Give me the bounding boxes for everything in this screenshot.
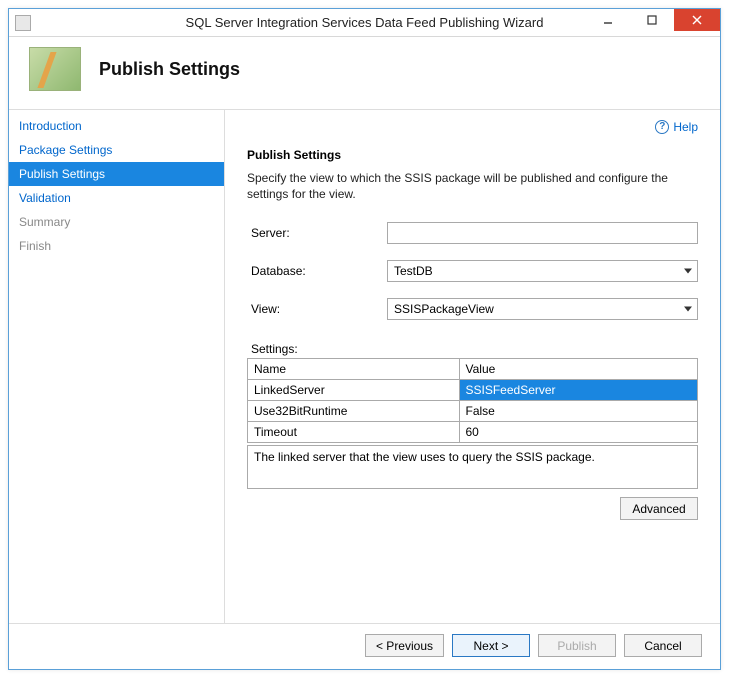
view-row: View: SSISPackageView xyxy=(247,298,698,320)
server-row: Server: xyxy=(247,222,698,244)
view-select[interactable]: SSISPackageView xyxy=(387,298,698,320)
nav-item-summary: Summary xyxy=(9,210,224,234)
table-row[interactable]: Use32BitRuntimeFalse xyxy=(248,401,698,422)
nav-item-finish: Finish xyxy=(9,234,224,258)
col-value[interactable]: Value xyxy=(459,359,698,380)
body: IntroductionPackage SettingsPublish Sett… xyxy=(9,110,720,623)
col-name[interactable]: Name xyxy=(248,359,460,380)
setting-value[interactable]: 60 xyxy=(459,422,698,443)
section-title: Publish Settings xyxy=(247,148,698,162)
settings-table: Name Value LinkedServerSSISFeedServerUse… xyxy=(247,358,698,443)
view-label: View: xyxy=(247,302,387,316)
wizard-header-icon xyxy=(29,47,81,91)
server-label: Server: xyxy=(247,226,387,240)
nav-item-validation[interactable]: Validation xyxy=(9,186,224,210)
setting-name[interactable]: Timeout xyxy=(248,422,460,443)
help-label: Help xyxy=(673,120,698,134)
nav-item-package-settings[interactable]: Package Settings xyxy=(9,138,224,162)
previous-button[interactable]: < Previous xyxy=(365,634,444,657)
minimize-button[interactable] xyxy=(586,9,630,31)
cancel-button[interactable]: Cancel xyxy=(624,634,702,657)
setting-description: The linked server that the view uses to … xyxy=(247,445,698,489)
table-row[interactable]: LinkedServerSSISFeedServer xyxy=(248,380,698,401)
database-label: Database: xyxy=(247,264,387,278)
settings-label: Settings: xyxy=(251,342,698,356)
next-button[interactable]: Next > xyxy=(452,634,530,657)
wizard-window: SQL Server Integration Services Data Fee… xyxy=(8,8,721,670)
publish-button[interactable]: Publish xyxy=(538,634,616,657)
maximize-button[interactable] xyxy=(630,9,674,31)
titlebar: SQL Server Integration Services Data Fee… xyxy=(9,9,720,37)
window-controls xyxy=(586,9,720,31)
wizard-header: Publish Settings xyxy=(9,37,720,110)
help-link[interactable]: ? Help xyxy=(247,120,698,134)
nav-item-introduction[interactable]: Introduction xyxy=(9,114,224,138)
database-row: Database: TestDB xyxy=(247,260,698,282)
section-description: Specify the view to which the SSIS packa… xyxy=(247,170,698,202)
content-panel: ? Help Publish Settings Specify the view… xyxy=(225,110,720,623)
close-button[interactable] xyxy=(674,9,720,31)
setting-name[interactable]: Use32BitRuntime xyxy=(248,401,460,422)
setting-value[interactable]: SSISFeedServer xyxy=(459,380,698,401)
setting-value[interactable]: False xyxy=(459,401,698,422)
advanced-button[interactable]: Advanced xyxy=(620,497,698,520)
table-row[interactable]: Timeout60 xyxy=(248,422,698,443)
database-select[interactable]: TestDB xyxy=(387,260,698,282)
server-input[interactable] xyxy=(387,222,698,244)
page-title: Publish Settings xyxy=(99,59,240,80)
wizard-footer: < Previous Next > Publish Cancel xyxy=(9,623,720,669)
nav-sidebar: IntroductionPackage SettingsPublish Sett… xyxy=(9,110,225,623)
setting-name[interactable]: LinkedServer xyxy=(248,380,460,401)
help-icon: ? xyxy=(655,120,669,134)
nav-item-publish-settings[interactable]: Publish Settings xyxy=(9,162,224,186)
